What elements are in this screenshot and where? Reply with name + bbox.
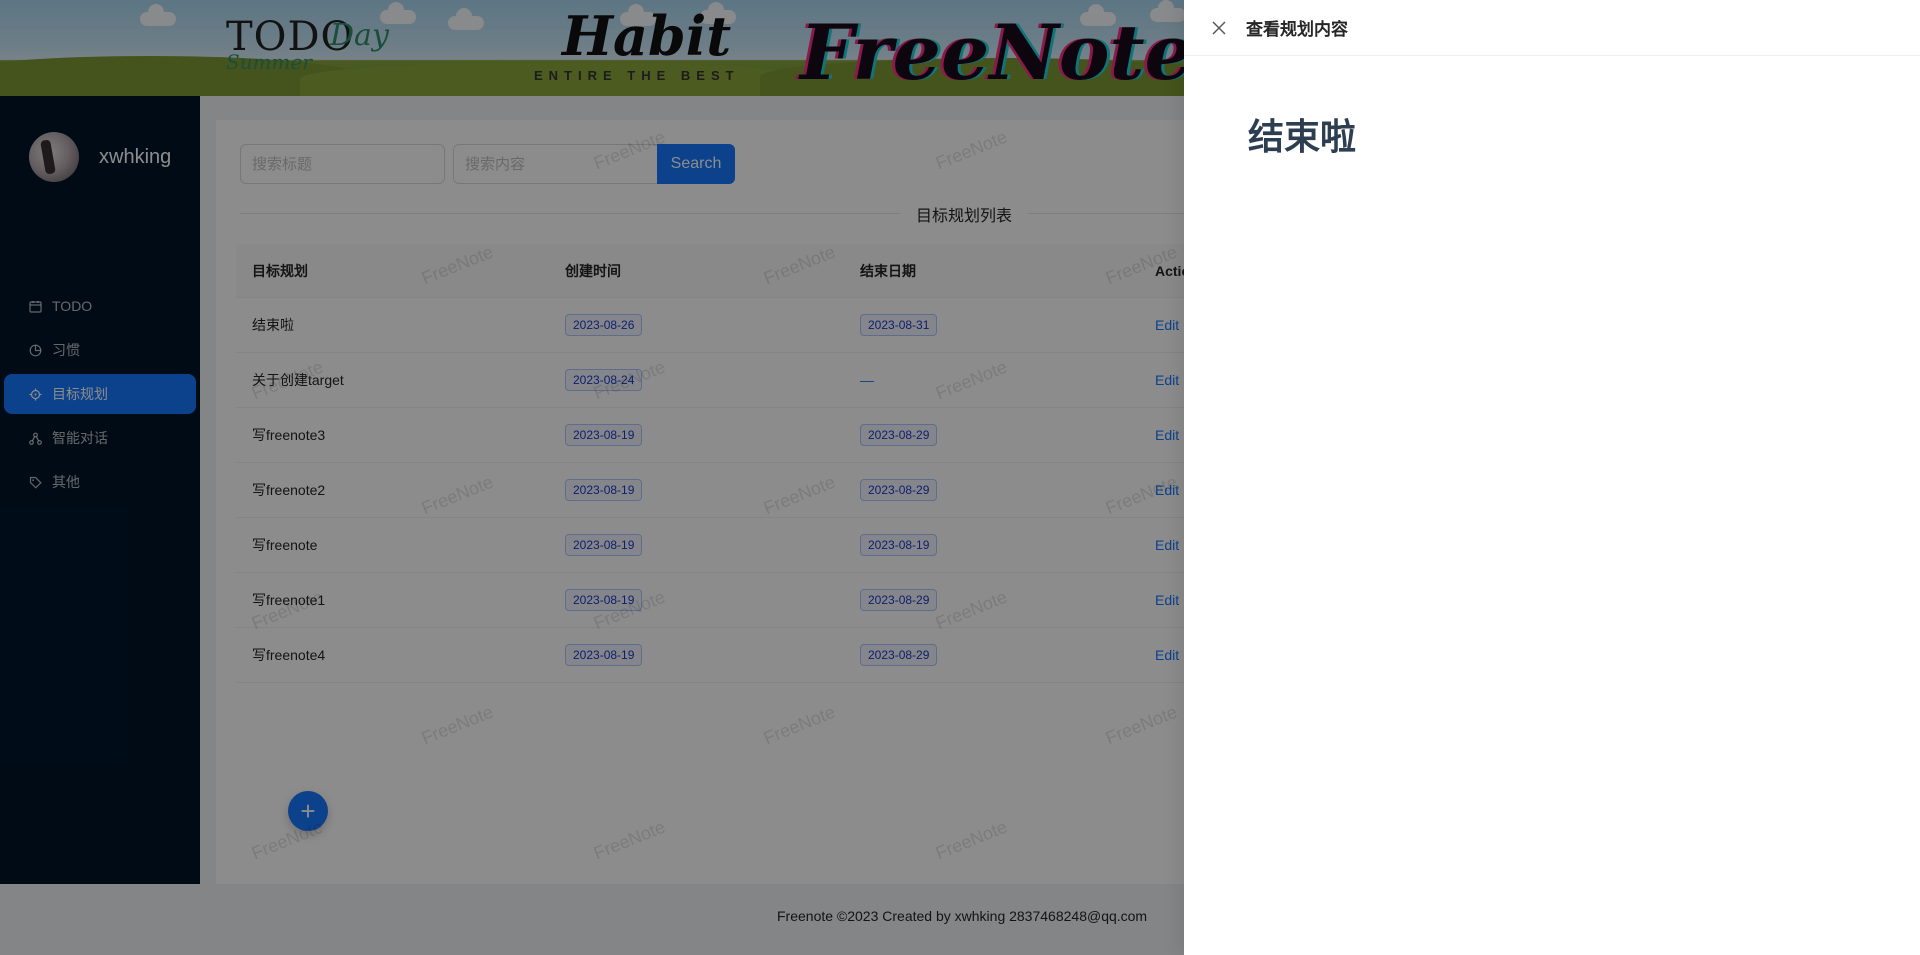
drawer-header: 查看规划内容 — [1184, 0, 1920, 56]
drawer-body: 结束啦 — [1184, 56, 1920, 212]
plan-detail-drawer: 查看规划内容 结束啦 — [1184, 0, 1920, 955]
drawer-title: 查看规划内容 — [1246, 20, 1348, 39]
plan-heading: 结束啦 — [1248, 116, 1357, 157]
close-icon[interactable] — [1208, 17, 1230, 39]
